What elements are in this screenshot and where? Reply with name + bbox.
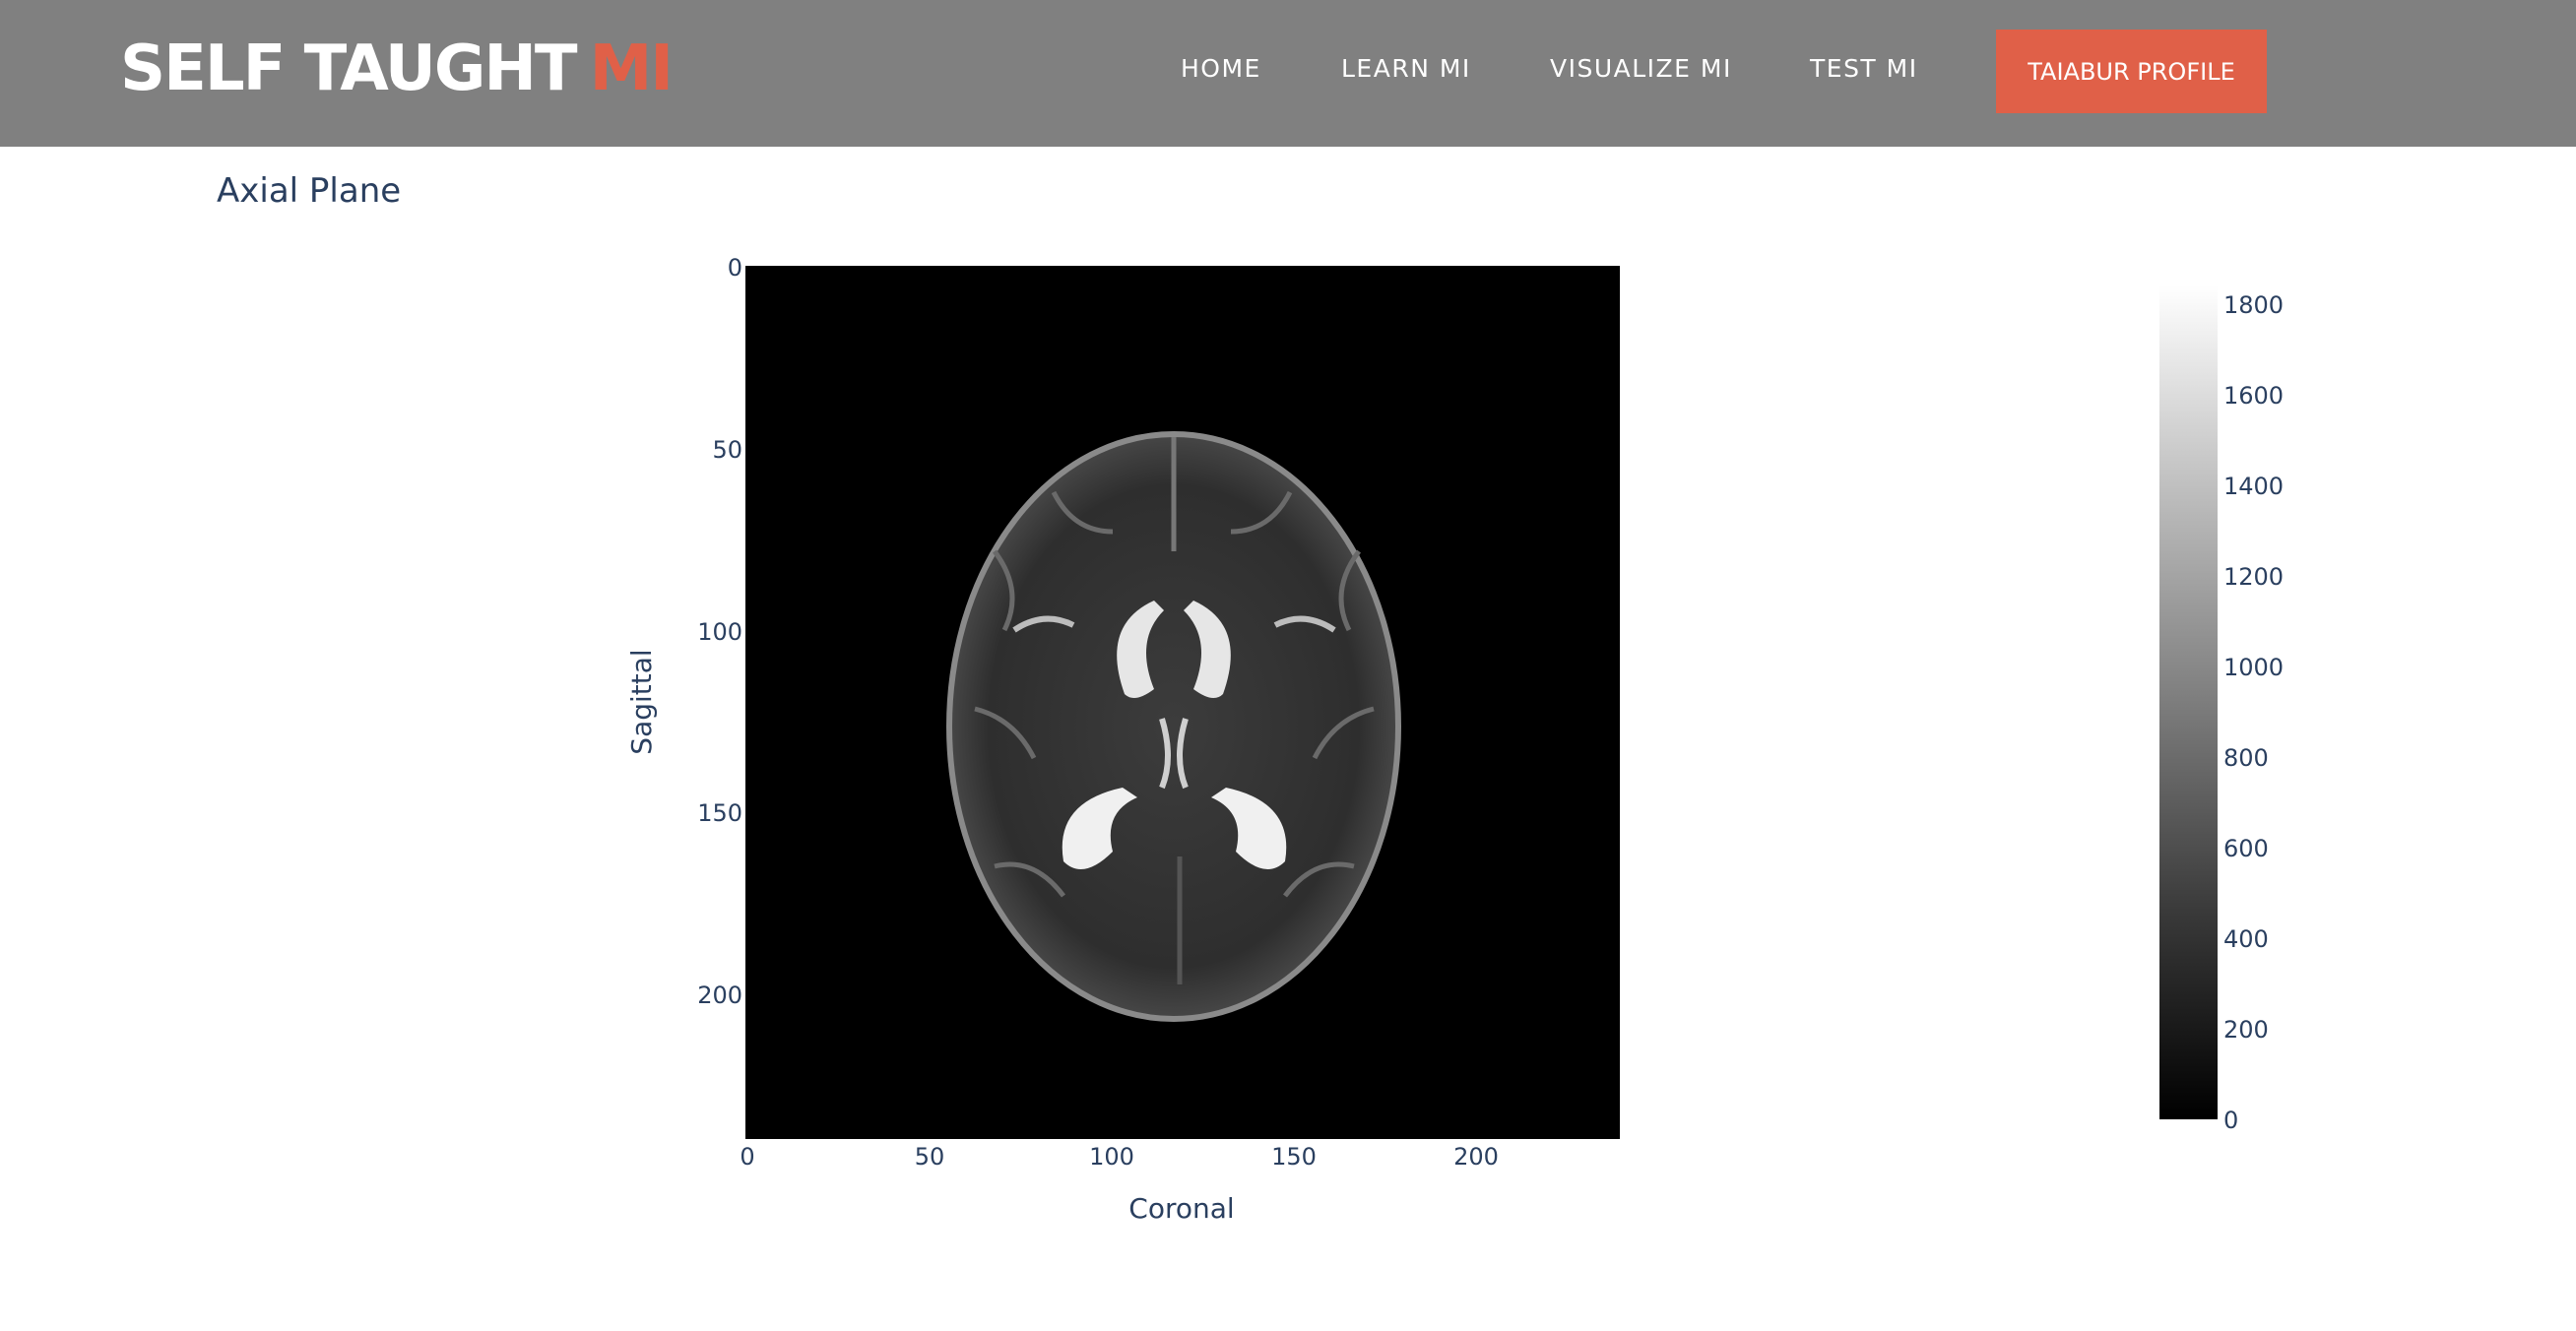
x-axis-title: Coronal [1128,1192,1234,1225]
colorbar-gradient [2159,285,2218,1119]
x-tick-label: 100 [1089,1143,1134,1171]
colorbar-tick-label: 600 [2223,835,2269,862]
colorbar-tick-label: 0 [2223,1107,2238,1134]
brain-slice [946,431,1401,1022]
colorbar-tick-label: 400 [2223,925,2269,953]
x-tick-label: 150 [1271,1143,1317,1171]
colorbar-tick-label: 1600 [2223,382,2284,410]
y-tick-label: 0 [728,254,742,282]
y-tick-label: 150 [697,799,742,827]
colorbar-tick-label: 1800 [2223,291,2284,319]
x-tick-label: 50 [915,1143,945,1171]
y-tick-label: 200 [697,982,742,1009]
axial-plane-plot[interactable]: 0 50 100 150 200 0 50 100 150 200 Corona… [0,0,2576,1331]
colorbar-tick-label: 1400 [2223,473,2284,500]
y-axis: 0 50 100 150 200 [697,254,742,1009]
x-tick-label: 200 [1453,1143,1499,1171]
colorbar-tick-label: 200 [2223,1016,2269,1044]
colorbar-tick-label: 1000 [2223,654,2284,681]
y-tick-label: 50 [712,436,742,464]
y-axis-title: Sagittal [625,649,658,754]
y-tick-label: 100 [697,618,742,646]
colorbar: 1800 1600 1400 1200 1000 800 600 400 200… [2159,285,2284,1134]
colorbar-tick-label: 1200 [2223,563,2284,591]
x-tick-label: 0 [740,1143,754,1171]
x-axis: 0 50 100 150 200 [740,1143,1499,1171]
colorbar-tick-label: 800 [2223,744,2269,772]
